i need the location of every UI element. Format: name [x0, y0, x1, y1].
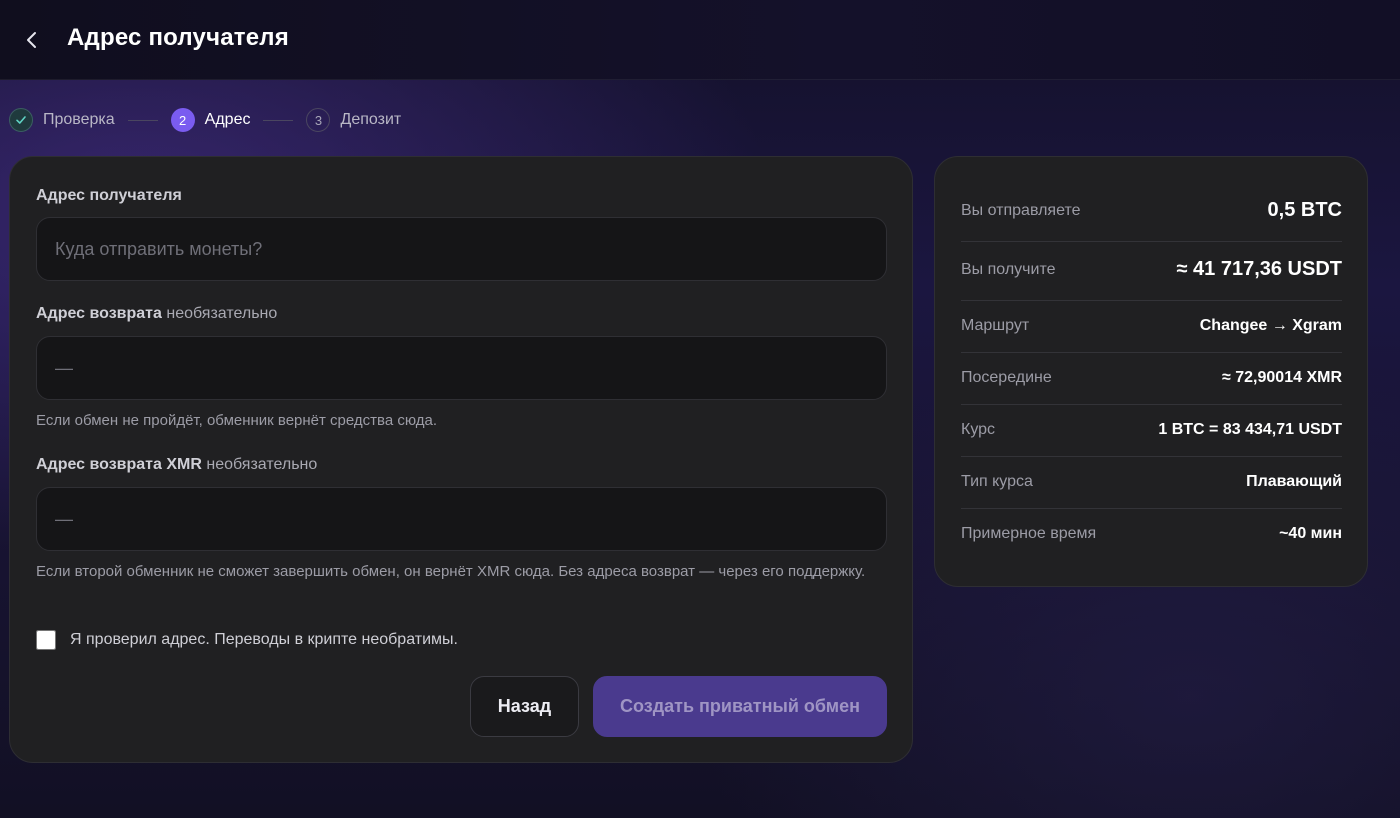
summary-row-receive: Вы получите ≈ 41 717,36 USDT	[961, 258, 1342, 281]
summary-value: 1 BTC = 83 434,71 USDT	[1158, 421, 1342, 438]
refund-xmr-label-text: Адрес возврата XMR	[36, 456, 202, 473]
summary-key: Примерное время	[961, 525, 1097, 542]
step-address: 2 Адрес	[170, 108, 251, 132]
recipient-label: Адрес получателя	[36, 187, 182, 205]
summary-key: Маршрут	[961, 317, 1030, 334]
summary-value: Changee → Xgram	[1199, 317, 1342, 334]
step-check: Проверка	[9, 108, 115, 132]
summary-row-rate: Курс 1 BTC = 83 434,71 USDT	[961, 421, 1342, 439]
stepper: Проверка 2 Адрес 3 Депозит	[9, 106, 401, 134]
refund-xmr-label: Адрес возврата XMR необязательно	[36, 456, 317, 474]
summary-value: 0,5 BTC	[1267, 199, 1342, 221]
refund-xmr-hint: Если второй обменник не сможет завершить…	[36, 563, 866, 580]
refund-hint: Если обмен не пройдёт, обменник вернёт с…	[36, 412, 438, 429]
refund-xmr-address-input[interactable]	[36, 487, 887, 551]
create-private-exchange-button[interactable]: Создать приватный обмен	[593, 676, 887, 737]
summary-key: Тип курса	[961, 473, 1033, 490]
summary-key: Курс	[961, 421, 996, 438]
summary-row-rate-type: Тип курса Плавающий	[961, 473, 1342, 491]
summary-value: ~40 мин	[1279, 525, 1342, 542]
step-number: 2	[170, 108, 195, 132]
optional-tag: необязательно	[166, 305, 278, 322]
divider	[961, 300, 1342, 301]
step-deposit: 3 Депозит	[306, 108, 401, 132]
exchange-summary-card: Вы отправляете 0,5 BTC Вы получите ≈ 41 …	[934, 156, 1368, 587]
refund-label: Адрес возврата необязательно	[36, 305, 277, 323]
summary-value: ≈ 72,90014 XMR	[1222, 369, 1342, 386]
address-form-card: Адрес получателя Адрес возврата необязат…	[9, 156, 913, 763]
divider	[961, 404, 1342, 405]
chevron-left-icon[interactable]	[18, 26, 46, 54]
back-button[interactable]: Назад	[470, 676, 579, 737]
summary-value: ≈ 41 717,36 USDT	[1176, 258, 1342, 280]
step-label-deposit: Депозит	[340, 111, 402, 128]
step-number: 3	[306, 108, 331, 132]
summary-value: Плавающий	[1246, 473, 1342, 490]
refund-address-input[interactable]	[36, 336, 887, 400]
divider	[961, 508, 1342, 509]
check-icon	[9, 108, 33, 132]
recipient-address-input[interactable]	[36, 217, 887, 281]
page-title: Адрес получателя	[67, 24, 289, 51]
divider	[961, 241, 1342, 242]
divider	[961, 456, 1342, 457]
address-confirm-row[interactable]: Я проверил адрес. Переводы в крипте необ…	[36, 630, 458, 650]
address-confirm-checkbox[interactable]	[36, 630, 56, 650]
optional-tag: необязательно	[206, 456, 318, 473]
summary-row-eta: Примерное время ~40 мин	[961, 525, 1342, 543]
step-connector	[127, 119, 158, 121]
top-bar: Адрес получателя	[0, 0, 1400, 80]
step-label-check: Проверка	[43, 111, 115, 128]
divider	[961, 352, 1342, 353]
summary-row-send: Вы отправляете 0,5 BTC	[961, 199, 1342, 222]
refund-label-text: Адрес возврата	[36, 305, 162, 322]
step-label-address: Адрес	[204, 111, 251, 128]
summary-key: Вы отправляете	[961, 201, 1081, 219]
step-connector	[263, 119, 294, 121]
recipient-label-text: Адрес получателя	[36, 187, 182, 204]
summary-key: Вы получите	[961, 260, 1056, 278]
summary-row-intermediate: Посередине ≈ 72,90014 XMR	[961, 369, 1342, 387]
summary-key: Посередине	[961, 369, 1052, 386]
address-confirm-label: Я проверил адрес. Переводы в крипте необ…	[70, 631, 458, 648]
summary-row-route: Маршрут Changee → Xgram	[961, 317, 1342, 335]
